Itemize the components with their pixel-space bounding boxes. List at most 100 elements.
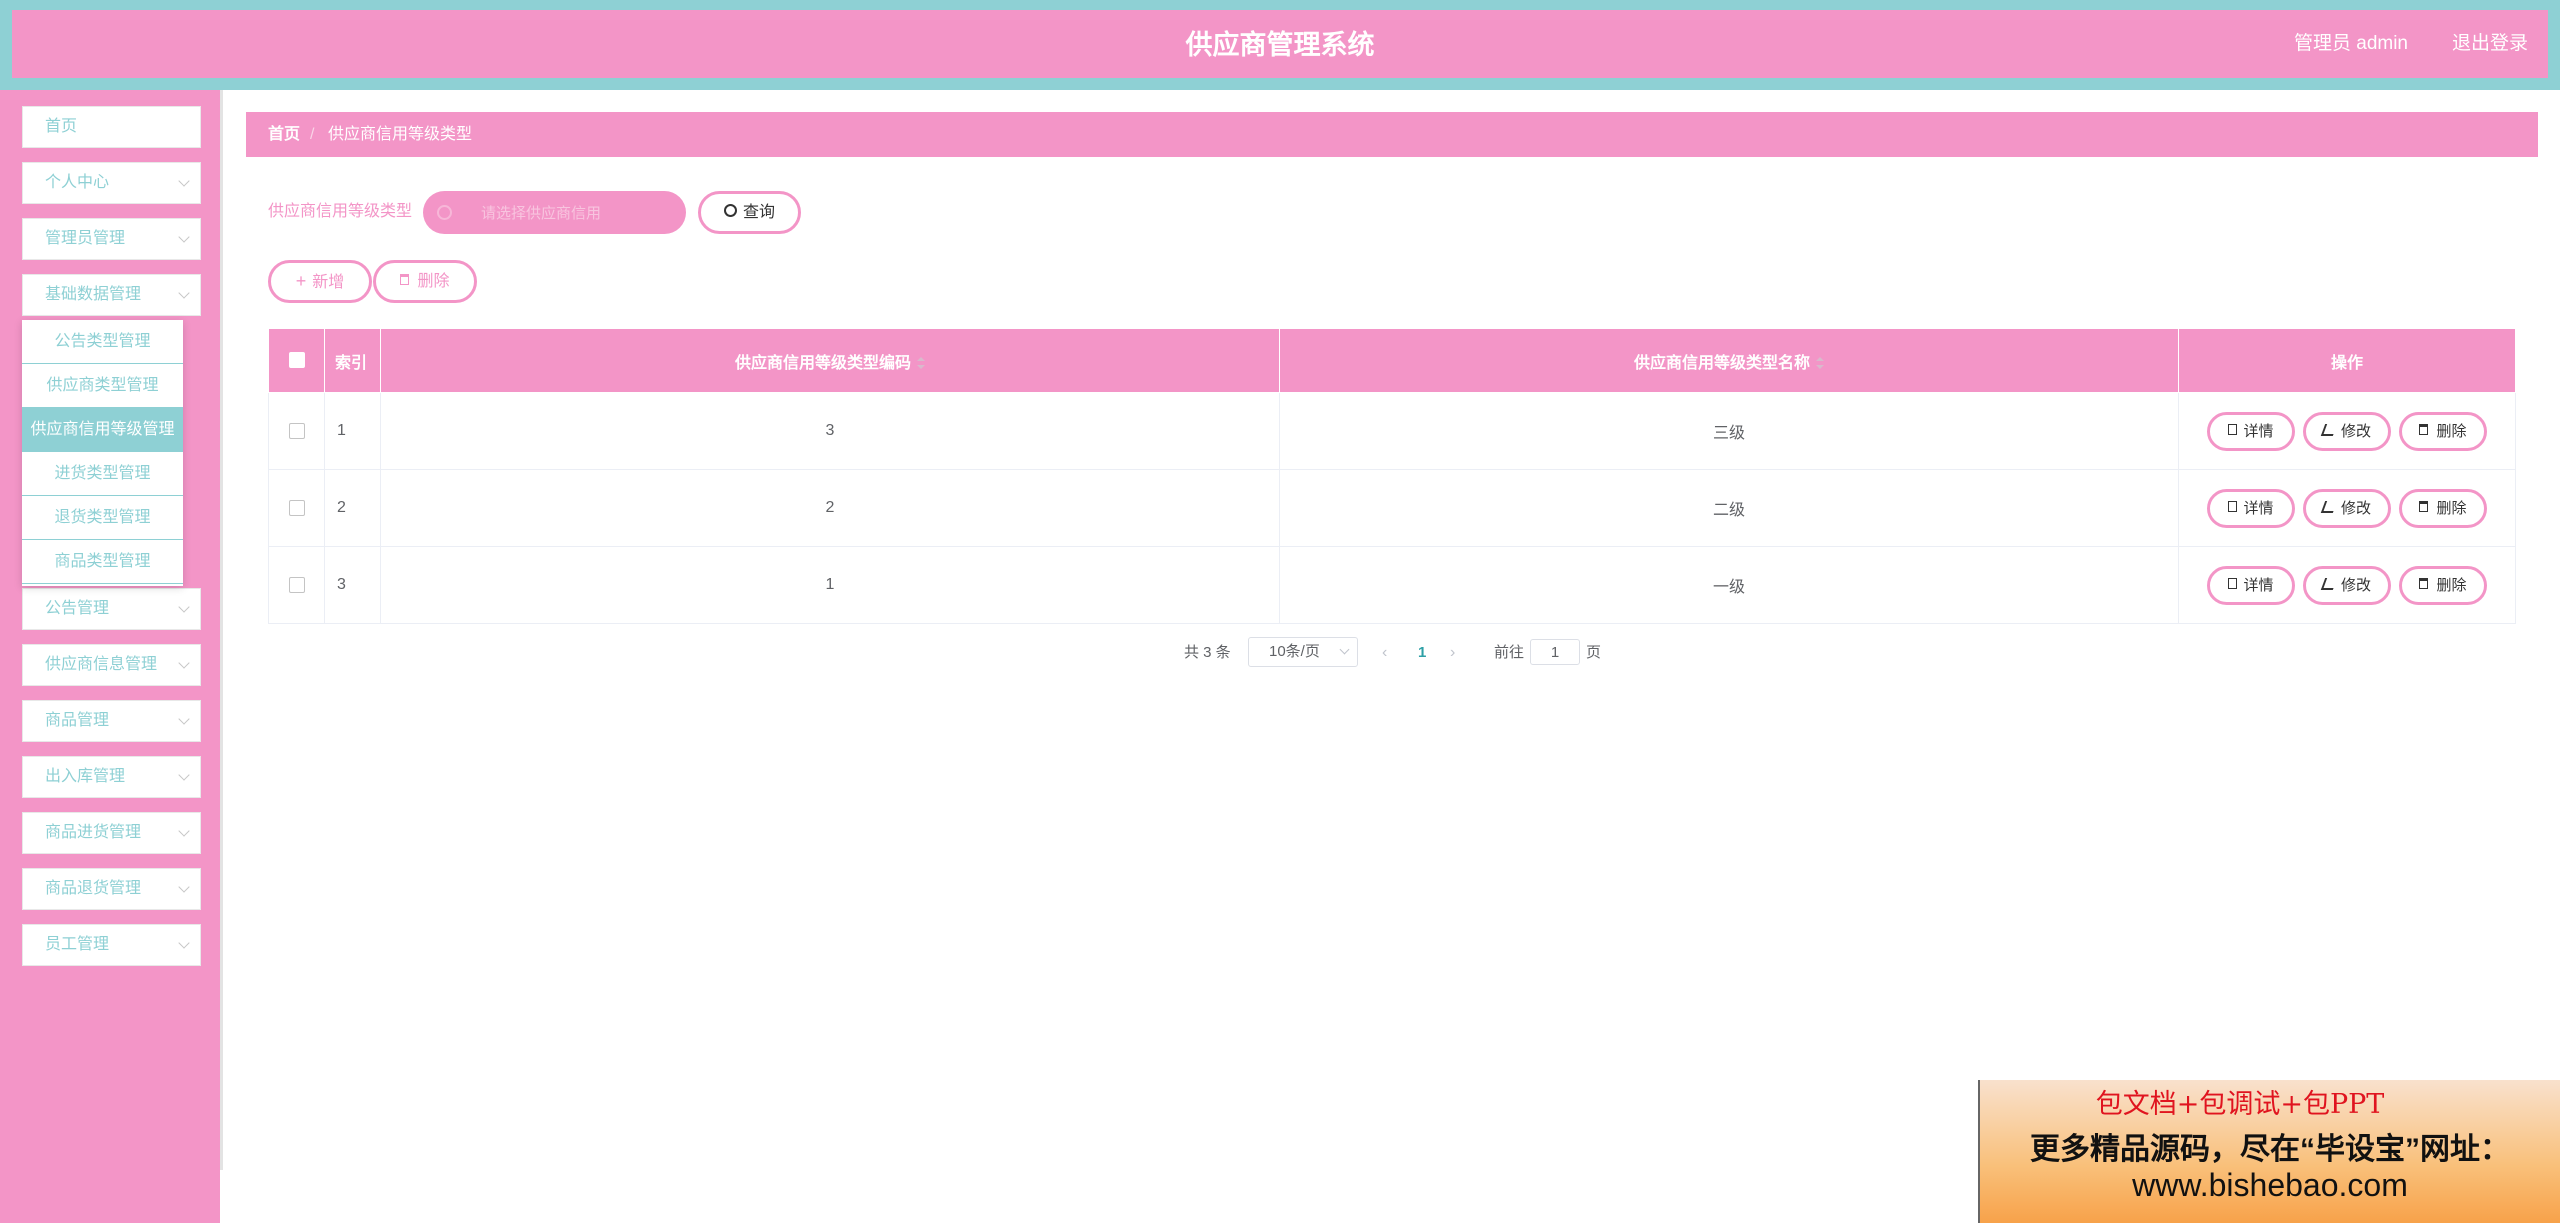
sidebar-item-label: 商品进货管理 <box>45 824 142 841</box>
header-name-label: 供应商信用等级类型名称 <box>1633 354 1810 372</box>
next-page-button[interactable]: › <box>1450 636 1455 670</box>
page-jump-input[interactable] <box>1530 639 1580 665</box>
header-bar: 供应商管理系统 管理员 admin 退出登录 <box>12 10 2548 78</box>
submenu-item-return-types[interactable]: 退货类型管理 <box>22 496 183 540</box>
cell-actions: 详情 修改 删除 <box>2178 546 2516 624</box>
sidebar-item-admins[interactable]: 管理员管理 <box>22 218 201 260</box>
cell-name: 一级 <box>1279 546 2179 624</box>
select-all-checkbox[interactable] <box>288 352 305 369</box>
detail-label: 详情 <box>2243 499 2274 517</box>
cell-index: 3 <box>324 546 381 624</box>
breadcrumb: 首页 / 供应商信用等级类型 <box>246 112 2538 157</box>
breadcrumb-current: 供应商信用等级类型 <box>328 126 473 143</box>
search-label: 供应商信用等级类型 <box>268 203 413 220</box>
sidebar-item-returns[interactable]: 商品退货管理 <box>22 868 201 910</box>
chevron-down-icon <box>178 175 190 187</box>
row-delete-button[interactable]: 删除 <box>2399 565 2487 605</box>
row-delete-label: 删除 <box>2436 576 2467 594</box>
select-all-cell <box>268 328 325 393</box>
current-user: 管理员 admin <box>2293 33 2408 54</box>
sidebar-item-label: 个人中心 <box>45 174 110 191</box>
document-icon <box>2228 501 2238 513</box>
query-button-label: 查询 <box>742 204 775 221</box>
cell-code: 3 <box>380 392 1280 470</box>
detail-button[interactable]: 详情 <box>2207 565 2295 605</box>
row-checkbox[interactable] <box>288 499 305 516</box>
row-delete-button[interactable]: 删除 <box>2399 488 2487 528</box>
ad-banner[interactable]: 包文档+包调试+包PPT 更多精品源码，尽在“毕设宝”网址： www.bishe… <box>1978 1080 2560 1223</box>
document-icon <box>2228 424 2238 436</box>
sidebar-item-notices[interactable]: 公告管理 <box>22 588 201 630</box>
table-row: 3 1 一级 详情 修改 删除 <box>268 546 2516 624</box>
sidebar-item-stock-io[interactable]: 出入库管理 <box>22 756 201 798</box>
chevron-down-icon <box>178 287 190 299</box>
ad-line-1: 包文档+包调试+包PPT <box>2095 1089 2385 1120</box>
sidebar-item-label: 员工管理 <box>45 936 110 953</box>
submenu-item-notice-types[interactable]: 公告类型管理 <box>22 320 183 364</box>
sidebar-item-label: 首页 <box>45 118 78 135</box>
edit-button[interactable]: 修改 <box>2303 488 2391 528</box>
search-input[interactable] <box>479 191 673 236</box>
submenu-basic-data: 公告类型管理 供应商类型管理 供应商信用等级管理 进货类型管理 退货类型管理 商… <box>22 320 183 586</box>
header-code[interactable]: 供应商信用等级类型编码 <box>380 328 1280 393</box>
cell-index: 1 <box>324 392 381 470</box>
row-delete-label: 删除 <box>2436 499 2467 517</box>
detail-label: 详情 <box>2243 576 2274 594</box>
sidebar-item-goods[interactable]: 商品管理 <box>22 700 201 742</box>
submenu-item-credit-levels[interactable]: 供应商信用等级管理 <box>22 408 183 452</box>
cell-actions: 详情 修改 删除 <box>2178 469 2516 547</box>
edit-icon <box>2320 423 2338 436</box>
submenu-item-goods-types[interactable]: 商品类型管理 <box>22 540 183 584</box>
cell-code: 2 <box>380 469 1280 547</box>
sidebar-item-home[interactable]: 首页 <box>22 106 201 148</box>
chevron-down-icon <box>178 825 190 837</box>
row-select-cell <box>268 392 325 470</box>
edit-label: 修改 <box>2340 499 2371 517</box>
sidebar-item-purchase[interactable]: 商品进货管理 <box>22 812 201 854</box>
row-select-cell <box>268 546 325 624</box>
detail-button[interactable]: 详情 <box>2207 411 2295 451</box>
delete-button[interactable]: 删除 <box>373 260 477 303</box>
sidebar-item-label: 商品退货管理 <box>45 880 142 897</box>
chevron-down-icon <box>1339 644 1350 655</box>
page-number[interactable]: 1 <box>1418 636 1426 670</box>
sidebar-item-profile[interactable]: 个人中心 <box>22 162 201 204</box>
header-name[interactable]: 供应商信用等级类型名称 <box>1279 328 2179 393</box>
edit-button[interactable]: 修改 <box>2303 565 2391 605</box>
edit-label: 修改 <box>2340 422 2371 440</box>
breadcrumb-home[interactable]: 首页 <box>268 112 300 157</box>
ad-line-3: www.bishebao.com <box>2132 1167 2408 1203</box>
trash-icon <box>2419 501 2429 513</box>
table-row: 1 3 三级 详情 修改 删除 <box>268 392 2516 470</box>
header-ops: 操作 <box>2178 328 2516 393</box>
search-field[interactable] <box>423 191 686 236</box>
add-button-label: 新增 <box>312 274 345 291</box>
cell-actions: 详情 修改 删除 <box>2178 392 2516 470</box>
row-select-cell <box>268 469 325 547</box>
add-button[interactable]: + 新增 <box>268 260 372 303</box>
chevron-down-icon <box>178 881 190 893</box>
cell-index: 2 <box>324 469 381 547</box>
chevron-down-icon <box>178 937 190 949</box>
submenu-item-supplier-types[interactable]: 供应商类型管理 <box>22 364 183 408</box>
edit-icon <box>2320 577 2338 590</box>
edit-button[interactable]: 修改 <box>2303 411 2391 451</box>
sidebar-item-label: 公告管理 <box>45 600 110 617</box>
sidebar-item-staff[interactable]: 员工管理 <box>22 924 201 966</box>
row-checkbox[interactable] <box>288 422 305 439</box>
page-size-select[interactable]: 10条/页 <box>1248 637 1358 667</box>
detail-button[interactable]: 详情 <box>2207 488 2295 528</box>
search-icon <box>437 205 452 220</box>
prev-page-button[interactable]: ‹ <box>1382 636 1387 670</box>
page-size-value: 10条/页 <box>1269 643 1320 660</box>
sidebar-item-basic-data[interactable]: 基础数据管理 <box>22 274 201 316</box>
row-checkbox[interactable] <box>288 576 305 593</box>
sort-icon[interactable] <box>917 357 925 370</box>
sort-icon[interactable] <box>1816 357 1824 370</box>
query-button[interactable]: 查询 <box>698 191 801 234</box>
row-delete-button[interactable]: 删除 <box>2399 411 2487 451</box>
header-code-label: 供应商信用等级类型编码 <box>734 354 911 372</box>
submenu-item-purchase-types[interactable]: 进货类型管理 <box>22 452 183 496</box>
logout-link[interactable]: 退出登录 <box>2452 10 2528 78</box>
sidebar-item-label: 商品管理 <box>45 712 110 729</box>
